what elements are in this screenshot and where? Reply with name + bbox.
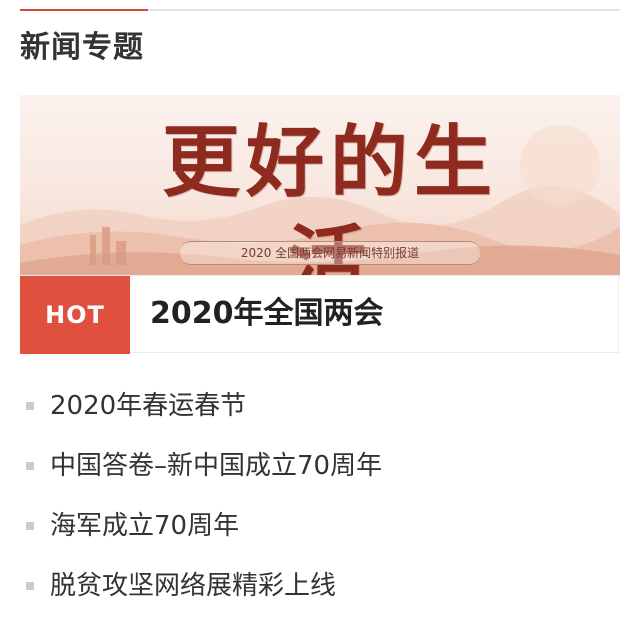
topic-link[interactable]: 2020年春运春节 xyxy=(50,376,246,436)
topic-list: 2020年春运春节 中国答卷–新中国成立70周年 海军成立70周年 脱贫攻坚网络… xyxy=(20,376,620,616)
list-item[interactable]: 海军成立70周年 xyxy=(20,496,620,556)
featured-topic-bar[interactable]: HOT 2020年全国两会 xyxy=(20,275,619,354)
bullet-square-icon xyxy=(26,582,34,590)
featured-banner-image[interactable]: 更好的生活 2020 全国两会网易新闻特别报道 xyxy=(20,95,620,275)
bullet-square-icon xyxy=(26,522,34,530)
banner-subtitle: 2020 全国两会网易新闻特别报道 xyxy=(180,241,480,265)
topic-link[interactable]: 脱贫攻坚网络展精彩上线 xyxy=(50,556,336,616)
featured-topic-title[interactable]: 2020年全国两会 xyxy=(150,276,384,352)
list-item[interactable]: 2020年春运春节 xyxy=(20,376,620,436)
news-topics-panel: 新闻专题 更好的生活 2020 全国两会网易新闻特别报道 HOT 2020年全国… xyxy=(0,0,630,620)
topic-link[interactable]: 中国答卷–新中国成立70周年 xyxy=(50,436,382,496)
hot-badge: HOT xyxy=(20,276,130,354)
section-title: 新闻专题 xyxy=(20,30,144,65)
section-divider xyxy=(20,9,620,11)
bullet-square-icon xyxy=(26,402,34,410)
list-item[interactable]: 脱贫攻坚网络展精彩上线 xyxy=(20,556,620,616)
section-divider-accent xyxy=(20,9,148,11)
list-item[interactable]: 中国答卷–新中国成立70周年 xyxy=(20,436,620,496)
bullet-square-icon xyxy=(26,462,34,470)
topic-link[interactable]: 海军成立70周年 xyxy=(50,496,239,556)
